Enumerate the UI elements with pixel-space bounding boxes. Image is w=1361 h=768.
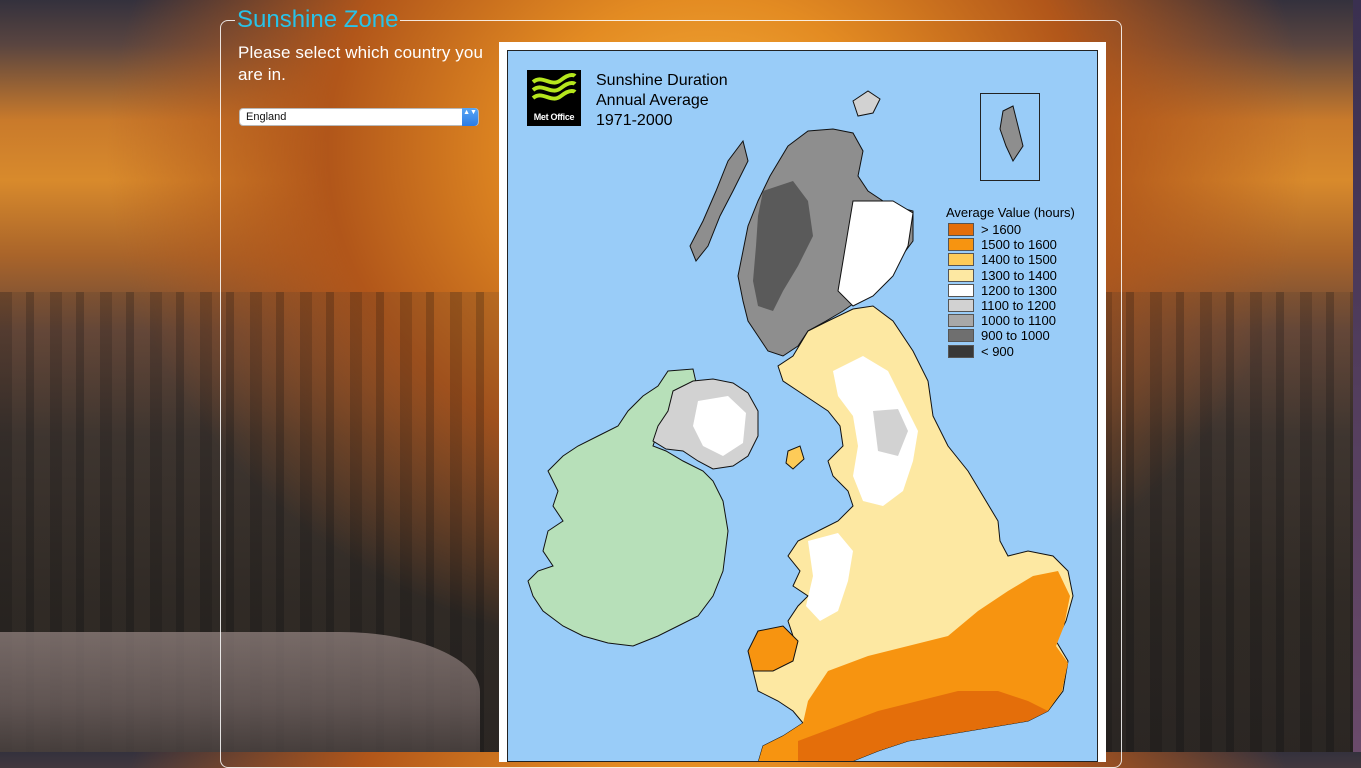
legend-item: 1200 to 1300 <box>946 283 1075 298</box>
legend-label: 1400 to 1500 <box>981 252 1057 268</box>
window-edge <box>1353 0 1361 752</box>
map-title: Sunshine Duration Annual Average 1971-20… <box>596 71 728 131</box>
shetland-inset-box <box>980 93 1040 181</box>
legend-swatch <box>948 344 974 358</box>
legend-item: 1000 to 1100 <box>946 313 1075 328</box>
legend-label: 900 to 1000 <box>981 328 1050 344</box>
logo-text: Met Office <box>533 112 575 122</box>
map-title-line-1: Sunshine Duration <box>596 72 728 89</box>
met-office-waves-icon <box>531 73 577 101</box>
orkney <box>852 90 881 117</box>
legend-swatch <box>948 223 974 237</box>
legend-item: < 900 <box>946 344 1075 359</box>
map-title-line-2: Annual Average <box>596 92 709 109</box>
legend-label: > 1600 <box>981 222 1022 238</box>
map-legend: Average Value (hours) > 1600 1500 to 1600… <box>946 205 1075 359</box>
legend-swatch <box>948 314 974 328</box>
legend-item: 1400 to 1500 <box>946 252 1075 267</box>
country-prompt: Please select which country you are in. <box>238 43 484 84</box>
map-canvas: Met Office Sunshine Duration Annual Aver… <box>507 50 1098 762</box>
legend-label: 1500 to 1600 <box>981 237 1057 253</box>
legend-item: 1100 to 1200 <box>946 298 1075 313</box>
panel-title: Sunshine Zone <box>237 6 399 33</box>
sunshine-map-image: Met Office Sunshine Duration Annual Aver… <box>499 42 1106 762</box>
hebrides <box>689 139 749 262</box>
legend-label: 1000 to 1100 <box>981 313 1056 329</box>
legend-label: 1100 to 1200 <box>981 298 1056 314</box>
legend-swatch <box>948 253 974 267</box>
select-arrows-icon: ▲▼ <box>462 108 478 126</box>
legend-item: 1300 to 1400 <box>946 268 1075 283</box>
legend-item: 900 to 1000 <box>946 328 1075 343</box>
legend-swatch <box>948 283 974 297</box>
legend-swatch <box>948 299 974 313</box>
legend-item: 1500 to 1600 <box>946 237 1075 252</box>
met-office-logo: Met Office <box>527 70 581 126</box>
legend-item: > 1600 <box>946 222 1075 237</box>
legend-title: Average Value (hours) <box>946 205 1075 220</box>
legend-swatch <box>948 329 974 343</box>
legend-label: < 900 <box>981 343 1014 359</box>
legend-label: 1300 to 1400 <box>981 267 1057 283</box>
isle-of-man <box>785 445 805 470</box>
country-select[interactable]: England ▲▼ <box>239 108 479 126</box>
country-select-value: England <box>246 111 287 123</box>
legend-swatch <box>948 268 974 282</box>
legend-swatch <box>948 238 974 252</box>
map-title-line-3: 1971-2000 <box>596 112 673 129</box>
legend-label: 1200 to 1300 <box>981 282 1057 298</box>
